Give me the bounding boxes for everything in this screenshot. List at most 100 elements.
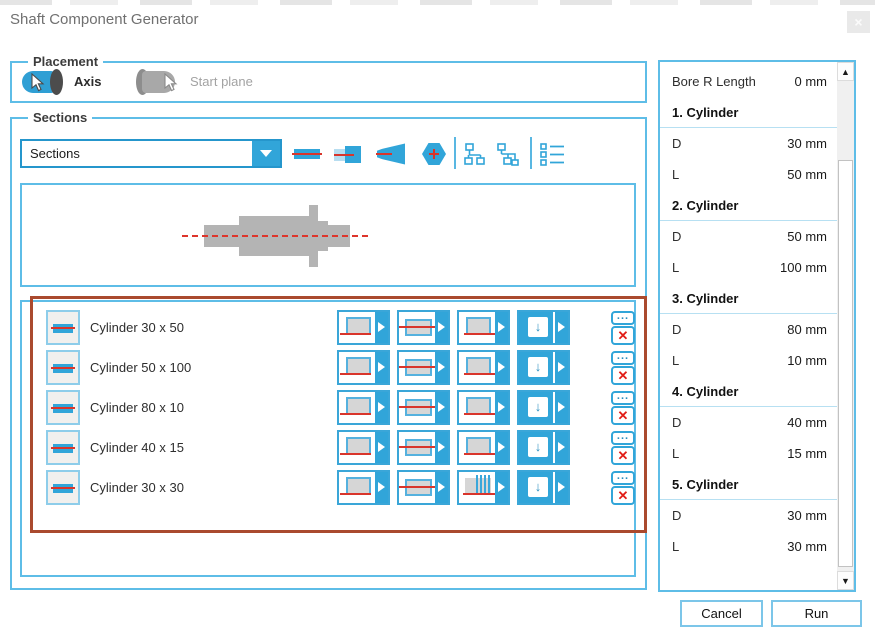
chevron-right-icon[interactable] [435,352,448,383]
cancel-button[interactable]: Cancel [680,600,763,627]
section-row: Cylinder 30 x 30 ↓ ... ✕ [22,470,634,506]
close-icon[interactable]: × [847,11,870,33]
d-value[interactable]: 40 mm [787,415,837,430]
sections-dropdown[interactable]: Sections [20,139,282,168]
more-options-button[interactable]: ... [611,471,635,485]
chevron-right-icon[interactable] [495,312,508,343]
chevron-right-icon[interactable] [553,312,568,343]
chevron-right-icon[interactable] [375,352,388,383]
inner-bore-feature-button[interactable]: ↓ [517,390,570,425]
axis-placement-toggle[interactable] [22,68,68,96]
first-edge-feature-button[interactable] [337,470,390,505]
more-options-button[interactable]: ... [611,391,635,405]
cylinder-section-button[interactable] [46,390,80,425]
l-value[interactable]: 50 mm [787,167,837,182]
bore-length-value[interactable]: 0 mm [795,74,838,89]
sections-group-label: Sections [28,110,92,125]
chevron-right-icon[interactable] [435,312,448,343]
bore-length-row: Bore R Length 0 mm [660,66,837,97]
first-edge-feature-button[interactable] [337,390,390,425]
chevron-right-icon[interactable] [553,392,568,423]
scrollbar-thumb[interactable] [838,160,853,567]
chevron-down-icon[interactable] [252,141,280,166]
second-edge-feature-button[interactable] [457,390,510,425]
chevron-right-icon[interactable] [553,472,568,503]
l-value[interactable]: 100 mm [780,260,837,275]
chevron-right-icon[interactable] [375,312,388,343]
list-view-button[interactable] [540,141,570,167]
section-row: Cylinder 40 x 15 ↓ ... ✕ [22,430,634,466]
chevron-right-icon[interactable] [553,432,568,463]
d-value[interactable]: 30 mm [787,136,837,151]
chevron-right-icon[interactable] [375,392,388,423]
chevron-right-icon[interactable] [553,352,568,383]
more-options-button[interactable]: ... [611,311,635,325]
inner-bore-feature-button[interactable]: ↓ [517,470,570,505]
chevron-right-icon[interactable] [435,432,448,463]
section-feature-button[interactable] [397,390,450,425]
chevron-right-icon[interactable] [435,472,448,503]
delete-section-button[interactable]: ✕ [611,366,635,385]
chevron-right-icon[interactable] [435,392,448,423]
l-value[interactable]: 10 mm [787,353,837,368]
chevron-right-icon[interactable] [495,352,508,383]
cylinder-section-button[interactable] [46,310,80,345]
bore-icon: ↓ [519,392,557,423]
cylinder-section-button[interactable] [46,350,80,385]
more-options-button[interactable]: ... [611,351,635,365]
scrollbar[interactable]: ▲ ▼ [837,62,854,590]
chevron-right-icon[interactable] [495,432,508,463]
inner-bore-feature-button[interactable]: ↓ [517,350,570,385]
insert-cone-button[interactable] [376,141,406,167]
section-row-label: Cylinder 40 x 15 [90,430,184,465]
chevron-right-icon[interactable] [495,392,508,423]
scroll-down-icon[interactable]: ▼ [837,571,854,590]
section-row-label: Cylinder 30 x 30 [90,470,184,505]
section-feature-button[interactable] [397,310,450,345]
first-edge-feature-button[interactable] [337,350,390,385]
section-feature-button[interactable] [397,470,450,505]
length-row: L50 mm [660,159,837,190]
d-value[interactable]: 80 mm [787,322,837,337]
second-edge-feature-button[interactable] [457,350,510,385]
insert-polygon-button[interactable] [420,141,450,167]
chevron-right-icon[interactable] [375,432,388,463]
placement-groupbox: Placement Axis Start plane [10,61,647,103]
delete-section-button[interactable]: ✕ [611,446,635,465]
section-feature-button[interactable] [397,350,450,385]
second-edge-feature-button[interactable] [457,430,510,465]
tree-view-button[interactable] [464,141,494,167]
inner-bore-feature-button[interactable]: ↓ [517,310,570,345]
tree-view-alt-button[interactable] [496,141,526,167]
inner-bore-feature-button[interactable]: ↓ [517,430,570,465]
chevron-right-icon[interactable] [495,472,508,503]
cylinder-section-button[interactable] [46,470,80,505]
insert-step-cylinder-button[interactable] [334,141,364,167]
edge-end-icon [459,392,497,423]
section-row-label: Cylinder 30 x 50 [90,310,184,345]
chevron-right-icon[interactable] [375,472,388,503]
cylinder-section-button[interactable] [46,430,80,465]
l-value[interactable]: 15 mm [787,446,837,461]
delete-section-button[interactable]: ✕ [611,326,635,345]
start-plane-label: Start plane [190,68,253,96]
edge-start-icon [339,312,377,343]
first-edge-feature-button[interactable] [337,430,390,465]
d-label: D [672,322,681,337]
start-plane-toggle[interactable] [136,68,182,96]
d-value[interactable]: 30 mm [787,508,837,523]
more-options-button[interactable]: ... [611,431,635,445]
second-edge-feature-button[interactable] [457,310,510,345]
scroll-up-icon[interactable]: ▲ [837,62,854,81]
run-button[interactable]: Run [771,600,862,627]
delete-section-button[interactable]: ✕ [611,486,635,505]
sections-dropdown-value: Sections [30,141,80,166]
insert-cylinder-button[interactable] [292,141,322,167]
section-feature-button[interactable] [397,430,450,465]
bore-icon: ↓ [519,312,557,343]
first-edge-feature-button[interactable] [337,310,390,345]
d-value[interactable]: 50 mm [787,229,837,244]
delete-section-button[interactable]: ✕ [611,406,635,425]
thread-feature-button[interactable] [457,470,510,505]
l-value[interactable]: 30 mm [787,539,837,554]
